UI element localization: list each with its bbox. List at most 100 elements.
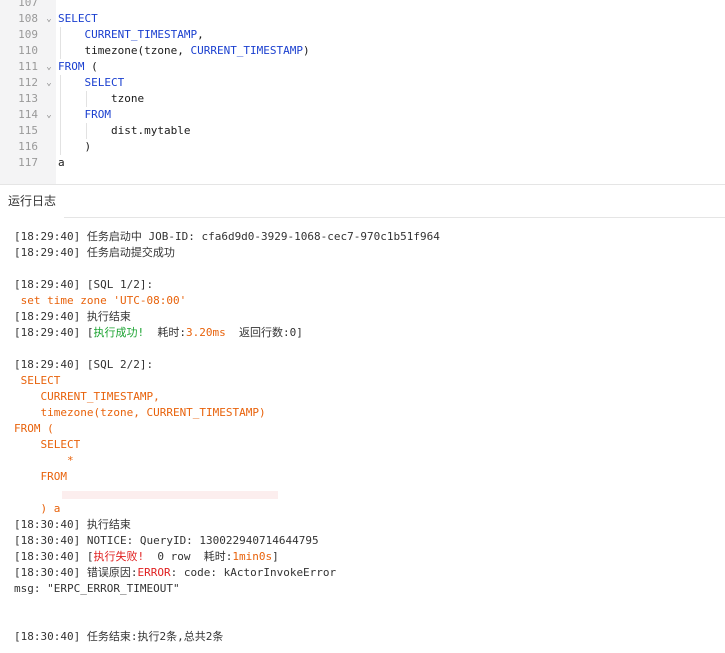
line-number: 112 xyxy=(18,76,38,89)
code-line[interactable]: 110 timezone(tzone, CURRENT_TIMESTAMP) xyxy=(0,43,725,59)
sql-editor[interactable]: 107 108 ⌄ SELECT 109 CURRENT_TIMESTAMP, 110 t… xyxy=(0,0,725,184)
log-line: [18:30:40] [执行失败! 0 row 耗时:1min0s] xyxy=(14,549,279,565)
log-line: * xyxy=(14,453,74,469)
log-line: timezone(tzone, CURRENT_TIMESTAMP) xyxy=(14,405,266,421)
log-segment: 耗时: xyxy=(144,326,186,339)
line-number: 114 xyxy=(18,108,38,121)
log-segment: [18:29:40] 任务启动中 JOB-ID: cfa6d9d0-3929-1… xyxy=(14,230,440,243)
log-line: [18:29:40] 任务启动提交成功 xyxy=(14,245,175,261)
code-text: a xyxy=(58,155,65,171)
code-text: SELECT xyxy=(58,75,124,91)
log-line: [18:29:40] [SQL 2/2]: xyxy=(14,357,153,373)
log-segment: [18:29:40] [ xyxy=(14,326,94,339)
log-segment: 1min0s xyxy=(232,550,273,563)
log-segment: 执行失败! xyxy=(93,550,145,563)
code-token: tzone xyxy=(58,92,145,105)
code-line[interactable]: 114 ⌄ FROM xyxy=(0,107,725,123)
log-segment: [18:30:40] [ xyxy=(14,550,94,563)
log-line: FROM ( xyxy=(14,421,54,437)
log-line: FROM xyxy=(14,469,67,485)
log-line: SELECT xyxy=(14,373,61,389)
code-text: FROM ( xyxy=(58,59,98,75)
code-line[interactable]: 109 CURRENT_TIMESTAMP, xyxy=(0,27,725,43)
log-segment: FROM xyxy=(14,470,67,483)
code-token: SELECT xyxy=(58,76,125,89)
log-segment: ERROR xyxy=(137,566,171,579)
log-line: ) a xyxy=(14,501,60,517)
log-segment: SELECT xyxy=(14,374,61,387)
code-text: FROM xyxy=(58,107,111,123)
line-number: 110 xyxy=(18,44,38,57)
fold-chevron-icon[interactable]: ⌄ xyxy=(44,59,54,75)
code-line[interactable]: 117 a xyxy=(0,155,725,171)
code-token: FROM xyxy=(58,108,111,121)
log-line: CURRENT_TIMESTAMP, xyxy=(14,389,160,405)
code-token: timezone(tzone, xyxy=(58,44,191,57)
code-token: a xyxy=(58,156,65,169)
log-segment: msg: "ERPC_ERROR_TIMEOUT" xyxy=(14,582,180,595)
log-segment: [18:29:40] 执行结束 xyxy=(14,310,131,323)
line-number: 116 xyxy=(18,140,38,153)
code-token: ) xyxy=(303,44,310,57)
code-line[interactable]: 107 xyxy=(0,0,725,11)
fold-chevron-icon[interactable]: ⌄ xyxy=(44,11,54,27)
line-number: 115 xyxy=(18,124,38,137)
redacted-table-name xyxy=(62,491,278,499)
code-line[interactable]: 115 dist.mytable xyxy=(0,123,725,139)
log-segment: FROM ( xyxy=(14,422,54,435)
line-number: 117 xyxy=(18,156,38,169)
log-segment: * xyxy=(14,454,74,467)
fold-chevron-icon[interactable]: ⌄ xyxy=(44,75,54,91)
log-segment: [18:30:40] NOTICE: QueryID: 130022940714… xyxy=(14,534,319,547)
code-token: , xyxy=(197,28,204,41)
log-segment: [18:30:40] 错误原因: xyxy=(14,566,138,579)
log-line: set time zone 'UTC-08:00' xyxy=(14,293,187,309)
code-token: SELECT xyxy=(58,12,98,25)
code-token: CURRENT_TIMESTAMP xyxy=(190,44,304,57)
log-segment: [18:30:40] 执行结束 xyxy=(14,518,131,531)
code-text: SELECT xyxy=(58,11,98,27)
log-segment: 执行成功! xyxy=(93,326,145,339)
log-line: [18:29:40] [SQL 1/2]: xyxy=(14,277,153,293)
log-segment: 3.20ms xyxy=(185,326,226,339)
code-line[interactable]: 113 tzone xyxy=(0,91,725,107)
code-text: dist.mytable xyxy=(58,123,190,139)
log-line: [18:29:40] [执行成功! 耗时:3.20ms 返回行数:0] xyxy=(14,325,303,341)
code-token: CURRENT_TIMESTAMP xyxy=(58,28,198,41)
log-line: [18:30:40] 任务结束:执行2条,总共2条 xyxy=(14,629,223,645)
fold-chevron-icon[interactable]: ⌄ xyxy=(44,107,54,123)
log-segment: SELECT xyxy=(14,438,81,451)
code-text: CURRENT_TIMESTAMP, xyxy=(58,27,204,43)
code-token: ( xyxy=(84,60,98,73)
code-line[interactable]: 111 ⌄ FROM ( xyxy=(0,59,725,75)
log-segment: CURRENT_TIMESTAMP, xyxy=(14,390,160,403)
log-line: msg: "ERPC_ERROR_TIMEOUT" xyxy=(14,581,180,597)
log-segment: ] xyxy=(272,550,279,563)
panel-tabbar: 运行日志 xyxy=(0,185,725,219)
log-segment: timezone(tzone, CURRENT_TIMESTAMP) xyxy=(14,406,266,419)
code-line[interactable]: 112 ⌄ SELECT xyxy=(0,75,725,91)
log-segment: [18:29:40] [SQL 1/2]: xyxy=(14,278,154,291)
log-segment: : code: kActorInvokeError xyxy=(170,566,337,579)
log-line: [18:30:40] 执行结束 xyxy=(14,517,131,533)
code-text: tzone xyxy=(58,91,144,107)
log-line: [18:30:40] NOTICE: QueryID: 130022940714… xyxy=(14,533,319,549)
code-token: FROM xyxy=(58,60,85,73)
line-number: 107 xyxy=(18,0,38,9)
code-line[interactable]: 116 ) xyxy=(0,139,725,155)
code-line[interactable]: 108 ⌄ SELECT xyxy=(0,11,725,27)
log-segment: [18:29:40] [SQL 2/2]: xyxy=(14,358,154,371)
log-segment: 返回行数:0] xyxy=(225,326,303,339)
log-panel: 运行日志 [18:29:40] 任务启动中 JOB-ID: cfa6d9d0-3… xyxy=(0,184,725,653)
line-number: 111 xyxy=(18,60,38,73)
code-text: timezone(tzone, CURRENT_TIMESTAMP) xyxy=(58,43,310,59)
code-token: dist.mytable xyxy=(58,124,191,137)
log-line: [18:30:40] 错误原因:ERROR: code: kActorInvok… xyxy=(14,565,336,581)
log-segment: [18:29:40] 任务启动提交成功 xyxy=(14,246,175,259)
line-number: 109 xyxy=(18,28,38,41)
log-segment: 0 row 耗时: xyxy=(144,550,233,563)
tab-run-log[interactable]: 运行日志 xyxy=(0,185,65,219)
log-line: SELECT xyxy=(14,437,80,453)
line-number: 108 xyxy=(18,12,38,25)
log-segment: ) a xyxy=(14,502,61,515)
